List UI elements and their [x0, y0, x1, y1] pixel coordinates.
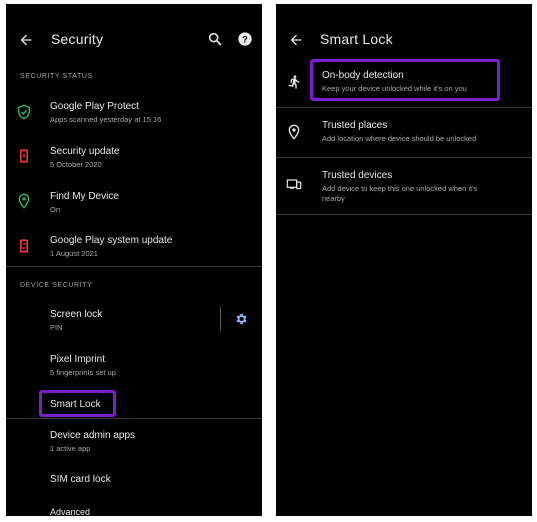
- app-bar: Security ?: [6, 4, 262, 76]
- list-item-google-play-protect[interactable]: Google Play Protect Apps scanned yesterd…: [6, 96, 262, 136]
- highlight-box: [310, 59, 500, 101]
- security-screen: Security ? SECURITY STATUS Google Play P…: [6, 4, 262, 516]
- walking-person-icon: [288, 75, 300, 89]
- section-header-security-status: SECURITY STATUS: [20, 73, 93, 80]
- section-header-device-security: DEVICE SECURITY: [20, 282, 93, 289]
- list-item-trusted-devices[interactable]: Trusted devices Add device to keep this …: [276, 162, 532, 216]
- divider: [276, 107, 532, 108]
- smart-lock-screen: Smart Lock On-body detection Keep your d…: [276, 4, 532, 516]
- gear-icon[interactable]: [234, 312, 248, 326]
- shield-check-icon: [18, 104, 30, 120]
- list-item-google-play-system-update[interactable]: Google Play system update 1 August 2021: [6, 230, 262, 270]
- divider: [276, 214, 532, 215]
- back-arrow-icon[interactable]: [288, 32, 304, 48]
- page-title: Smart Lock: [320, 31, 393, 47]
- list-item-find-my-device[interactable]: Find My Device On: [6, 186, 262, 226]
- page-title: Security: [51, 31, 104, 47]
- list-item-sim-card-lock[interactable]: SIM card lock: [6, 472, 262, 500]
- divider: [276, 157, 532, 158]
- list-item-trusted-places[interactable]: Trusted places Add location where device…: [276, 112, 532, 158]
- list-item-device-admin-apps[interactable]: Device admin apps 1 active app: [6, 428, 262, 462]
- list-item-advanced[interactable]: Advanced: [6, 504, 262, 516]
- phone-update-icon: [20, 149, 28, 163]
- divider: [6, 418, 262, 419]
- search-icon[interactable]: [207, 31, 223, 47]
- back-arrow-icon[interactable]: [18, 32, 34, 48]
- devices-icon: [286, 179, 302, 190]
- location-pin-icon: [288, 124, 300, 140]
- location-pin-icon: [18, 193, 30, 209]
- divider: [6, 266, 262, 267]
- svg-text:?: ?: [242, 34, 248, 44]
- list-item-screen-lock[interactable]: Screen lock PIN: [6, 304, 262, 344]
- help-icon[interactable]: ?: [237, 31, 253, 47]
- highlight-box: [39, 390, 116, 417]
- phone-sync-icon: [20, 239, 28, 253]
- list-item-pixel-imprint[interactable]: Pixel Imprint 5 fingerprints set up: [6, 349, 262, 389]
- list-item-security-update[interactable]: Security update 5 October 2020: [6, 141, 262, 181]
- vertical-divider: [220, 307, 221, 331]
